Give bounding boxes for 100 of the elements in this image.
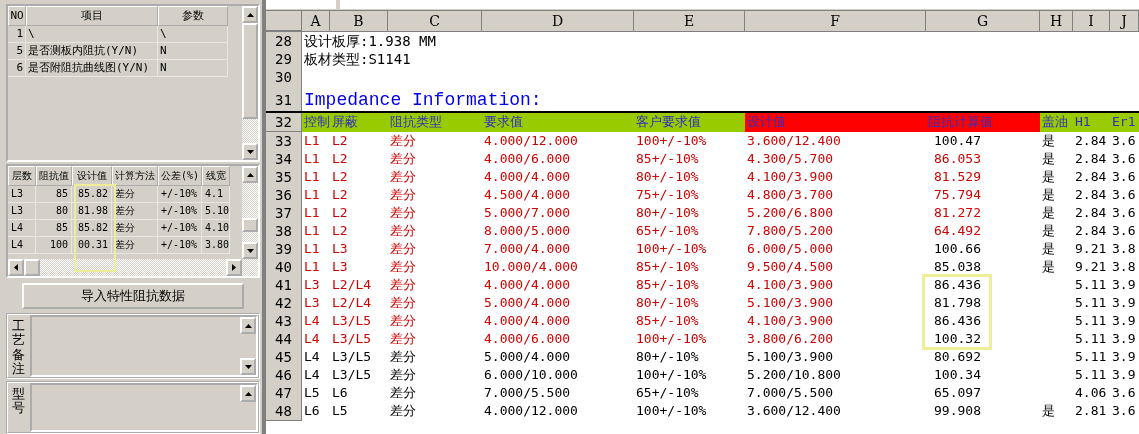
table-cell-text: 差分 — [389, 186, 417, 204]
memo-field[interactable] — [30, 315, 258, 377]
column-header[interactable]: 参数 — [158, 6, 228, 26]
up-arrow-icon — [246, 172, 254, 177]
table-cell-text: 81.798 — [933, 294, 982, 312]
scroll-left-button[interactable] — [8, 259, 24, 276]
table-cell-text: 65.097 — [933, 384, 982, 402]
table-cell-text: 差分 — [389, 258, 417, 276]
table-cell-text: L2/L4 — [331, 294, 373, 312]
table-cell-text: 6.000/10.000 — [483, 366, 579, 384]
scroll-right-button[interactable] — [226, 259, 242, 276]
column-header[interactable]: 计算方法 — [112, 166, 158, 186]
header-cell: Er1 — [1110, 113, 1139, 132]
memo-field[interactable] — [30, 383, 258, 432]
table-cell-text: 99.908 — [933, 402, 982, 420]
table-cell-text: L3/L5 — [331, 348, 373, 366]
header-cell: H1 — [1073, 113, 1110, 132]
header-cell: 设计值 — [745, 113, 926, 132]
table-cell-text: 3.6 — [1111, 402, 1137, 420]
scrollbar[interactable] — [242, 6, 258, 160]
header-cell: 阻抗计算值 — [926, 113, 1040, 132]
column-letter[interactable]: G — [926, 11, 1040, 31]
row-number[interactable]: 48 — [266, 402, 302, 421]
column-letter[interactable]: C — [388, 11, 482, 31]
table-cell-text: 80+/-10% — [635, 204, 700, 222]
table-cell-text: 4.000/6.000 — [483, 330, 572, 348]
table-cell-text: 是 — [1041, 222, 1056, 240]
grid-cell: 1 — [8, 26, 26, 43]
table-cell-text: 3.600/12.400 — [746, 132, 842, 150]
table-cell-text: 5.11 — [1074, 348, 1108, 366]
up-arrow-icon — [246, 12, 254, 17]
up-arrow-icon — [244, 323, 252, 328]
sheet-text: 板材类型:S1141 — [303, 50, 412, 69]
scroll-down-button[interactable] — [242, 143, 258, 160]
table-cell-text: 81.529 — [933, 168, 982, 186]
grid-cell: 80 — [36, 203, 72, 220]
table-cell-text: 80+/-10% — [635, 168, 700, 186]
column-header[interactable]: 公差(%) — [158, 166, 202, 186]
column-letter[interactable]: F — [745, 11, 926, 31]
column-letter[interactable]: D — [482, 11, 634, 31]
table-cell-text: 3.9 — [1111, 330, 1137, 348]
scroll-up-button[interactable] — [242, 166, 258, 183]
column-letter[interactable]: J — [1110, 11, 1139, 31]
horizontal-scrollbar[interactable] — [8, 259, 258, 276]
select-all-corner[interactable] — [266, 11, 302, 31]
up-arrow-icon — [244, 391, 252, 396]
table-cell-text: L2 — [331, 132, 349, 150]
table-cell-text: L3/L5 — [331, 330, 373, 348]
grid-cell: 85.82 — [72, 186, 112, 203]
scroll-thumb[interactable] — [24, 259, 40, 276]
column-letter[interactable]: H — [1040, 11, 1073, 31]
grid-cell: 00.31 — [72, 237, 112, 254]
table-cell-text: 差分 — [389, 366, 417, 384]
table-cell-text: 86.436 — [933, 312, 982, 330]
import-button[interactable]: 导入特性阻抗数据 — [22, 283, 244, 309]
table-cell-text: 3.6 — [1111, 186, 1137, 204]
column-header[interactable]: 层数 — [8, 166, 36, 186]
scrollbar[interactable] — [242, 166, 258, 259]
table-cell-text: 7.800/5.200 — [746, 222, 835, 240]
table-cell-text: L6 — [331, 384, 349, 402]
column-letter[interactable]: A — [302, 11, 330, 31]
scroll-up-button[interactable] — [242, 6, 258, 23]
table-cell-text: 4.800/3.700 — [746, 186, 835, 204]
table-cell-text: L4 — [303, 366, 321, 384]
grid-cell: 差分 — [112, 237, 158, 254]
table-cell-text: 3.8 — [1111, 240, 1137, 258]
table-cell-text: L1 — [303, 240, 321, 258]
row-number[interactable]: 32 — [266, 113, 302, 132]
grid-cell: 81.98 — [72, 203, 112, 220]
column-letter[interactable]: B — [330, 11, 388, 31]
column-header[interactable]: 线宽 — [202, 166, 230, 186]
column-letter[interactable]: E — [634, 11, 745, 31]
table-cell-text: L1 — [303, 186, 321, 204]
right-arrow-icon — [232, 264, 236, 271]
scroll-up-button[interactable] — [240, 317, 256, 334]
table-cell-text: L3/L5 — [331, 312, 373, 330]
column-header[interactable]: NO — [8, 6, 26, 26]
column-header[interactable]: 项目 — [26, 6, 158, 26]
table-cell-text: L5 — [303, 384, 321, 402]
column-header[interactable]: 设计值 — [72, 166, 112, 186]
down-arrow-icon — [244, 364, 252, 369]
table-cell-text: 65+/-10% — [635, 222, 700, 240]
scroll-thumb[interactable] — [242, 23, 258, 119]
grid-cell: 85 — [36, 220, 72, 237]
table-cell-text: 差分 — [389, 384, 417, 402]
memo-label: 型号 — [12, 387, 25, 416]
table-cell-text: 9.21 — [1074, 258, 1108, 276]
table-cell-text: 5.11 — [1074, 330, 1108, 348]
table-cell-text: L1 — [303, 150, 321, 168]
column-letter[interactable]: I — [1073, 11, 1110, 31]
grid-cell: 3.80 — [202, 237, 230, 254]
grid-cell: L4 — [8, 220, 36, 237]
grid-cell: 是否附阻抗曲线图(Y/N) — [26, 60, 158, 77]
scroll-thumb[interactable] — [242, 218, 258, 232]
table-cell-text: 5.200/6.800 — [746, 204, 835, 222]
scroll-down-button[interactable] — [240, 358, 256, 375]
scroll-down-button[interactable] — [242, 242, 258, 259]
column-header[interactable]: 阻抗值 — [36, 166, 72, 186]
scroll-up-button[interactable] — [240, 385, 256, 402]
table-cell-text: 4.000/4.000 — [483, 312, 572, 330]
